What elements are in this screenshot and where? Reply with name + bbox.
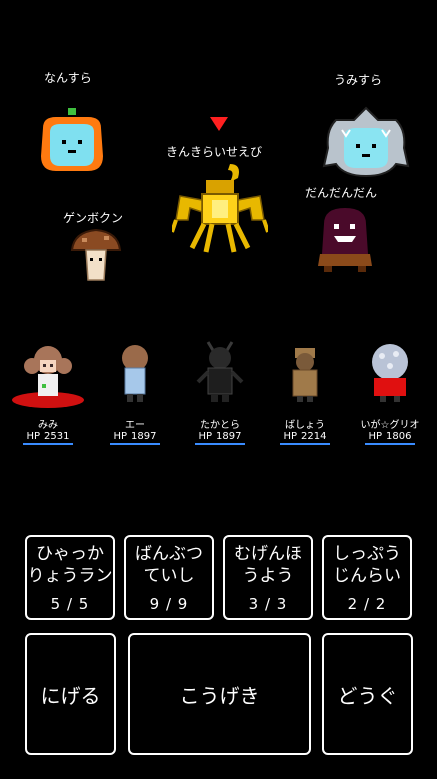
enemy-name-dandandan: だんだんだん (305, 186, 378, 200)
party-name: いが☆グリオ (360, 420, 420, 431)
hp-bar (23, 443, 73, 445)
party-sprite-iga-gurio (372, 344, 408, 402)
attack-button[interactable]: こうげき (128, 633, 311, 755)
party-name: ばしょう (285, 420, 325, 431)
enemy-name-genbokun: ゲンボクン (63, 211, 124, 225)
skill-button-banbutsu-teishi[interactable]: ばんぶつ ていし 9 / 9 (124, 535, 214, 620)
hp-value: 1897 (131, 431, 157, 442)
skill-name-line1: ひゃっか (36, 544, 104, 564)
enemy-name-kinkira-iseebi: きんきらいせえび (166, 145, 263, 159)
enemy-sprite-genbokun[interactable] (68, 226, 124, 284)
enemy-name-umisura: うみすら (334, 73, 383, 87)
items-button[interactable]: どうぐ (322, 633, 413, 755)
target-marker-icon (210, 117, 228, 131)
skill-name-line1: しっぷう (333, 544, 401, 564)
flee-button[interactable]: にげる (25, 633, 116, 755)
enemy-sprite-nansura[interactable] (34, 106, 110, 176)
hp-value: 2214 (301, 431, 327, 442)
party-name: エー (125, 420, 145, 431)
skill-button-shippuu-jinrai[interactable]: しっぷう じんらい 2 / 2 (322, 535, 412, 620)
skill-button-mugen-houyou[interactable]: むげんほ うよう 3 / 3 (223, 535, 313, 620)
enemy-sprite-kinkira-iseebi[interactable] (172, 160, 268, 256)
party-sprite-ee (122, 345, 148, 402)
enemy-sprite-dandandan[interactable] (314, 204, 376, 274)
party-name: みみ (38, 420, 58, 431)
party-member-ee[interactable]: エー HP 1897 (95, 338, 175, 445)
party-sprite-bashou (292, 348, 318, 402)
skill-name-line2: ていし (143, 566, 195, 586)
hp-bar (195, 443, 245, 445)
hp-bar (110, 443, 160, 445)
party-sprite-takatora (196, 341, 244, 402)
hp-bar (365, 443, 415, 445)
hp-value: 1806 (386, 431, 412, 442)
hp-value: 1897 (216, 431, 242, 442)
skill-name-line2: じんらい (333, 566, 401, 586)
skill-uses: 2 / 2 (347, 595, 387, 613)
skill-name-line2: うよう (242, 566, 294, 586)
skill-name-line1: ばんぶつ (135, 544, 203, 564)
hp-label: HP (113, 431, 128, 442)
hp-label: HP (283, 431, 298, 442)
skill-uses: 3 / 3 (248, 595, 288, 613)
skill-button-hyakka-ryouran[interactable]: ひゃっか りょうラン 5 / 5 (25, 535, 115, 620)
party-sprite-mimi (12, 346, 84, 408)
skill-name-line1: むげんほ (234, 544, 302, 564)
hp-value: 2531 (44, 431, 70, 442)
skill-uses: 9 / 9 (149, 595, 189, 613)
skill-name-line2: りょうラン (27, 566, 113, 586)
enemy-name-nansura: なんすら (44, 71, 92, 85)
party-member-bashou[interactable]: ばしょう HP 2214 (265, 338, 345, 445)
enemy-sprite-umisura[interactable] (322, 106, 410, 182)
hp-label: HP (198, 431, 213, 442)
hp-label: HP (26, 431, 41, 442)
hp-bar (280, 443, 330, 445)
party-name: たかとら (200, 420, 240, 431)
party-member-mimi[interactable]: みみ HP 2531 (8, 338, 88, 445)
skill-uses: 5 / 5 (50, 595, 90, 613)
party-member-iga-gurio[interactable]: いが☆グリオ HP 1806 (350, 338, 430, 445)
hp-label: HP (368, 431, 383, 442)
party-member-takatora[interactable]: たかとら HP 1897 (180, 338, 260, 445)
